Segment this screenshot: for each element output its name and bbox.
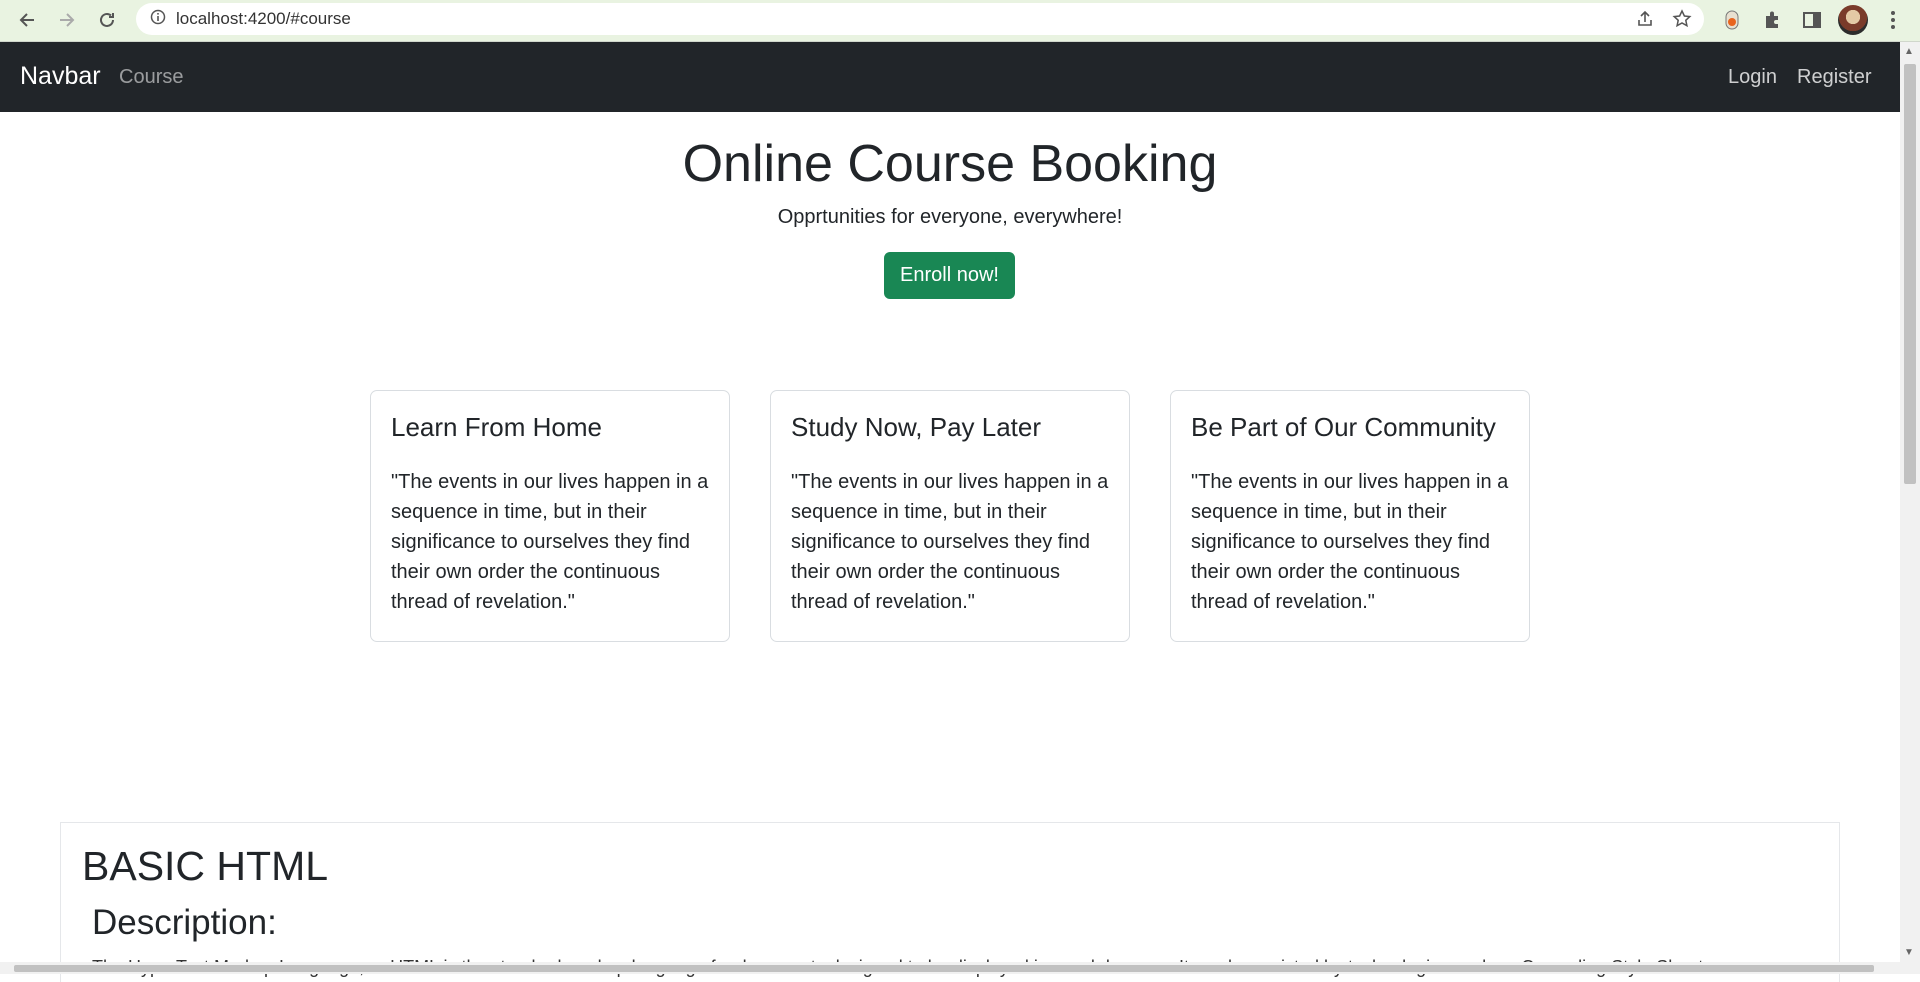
nav-link-course[interactable]: Course xyxy=(119,66,183,89)
puzzle-icon[interactable] xyxy=(1757,5,1787,35)
feature-card: Be Part of Our Community "The events in … xyxy=(1170,390,1530,642)
profile-avatar[interactable] xyxy=(1838,5,1868,35)
horizontal-scrollbar[interactable] xyxy=(0,962,1900,974)
url-text: localhost:4200/#course xyxy=(176,9,351,28)
browser-toolbar: localhost:4200/#course xyxy=(0,0,1920,42)
nav-link-register[interactable]: Register xyxy=(1797,66,1871,89)
vertical-scrollbar-thumb[interactable] xyxy=(1904,64,1916,484)
page-title: Online Course Booking xyxy=(682,135,1218,193)
card-title: Learn From Home xyxy=(391,412,602,442)
site-navbar: Navbar Course Login Register xyxy=(0,42,1900,112)
card-text: "The events in our lives happen in a seq… xyxy=(391,470,709,613)
enroll-now-button[interactable]: Enroll now! xyxy=(884,252,1015,299)
vertical-scrollbar[interactable]: ▲ ▼ xyxy=(1900,42,1920,974)
site-info-icon[interactable] xyxy=(150,9,166,30)
card-text: "The events in our lives happen in a seq… xyxy=(791,470,1109,613)
nav-link-login[interactable]: Login xyxy=(1728,66,1777,89)
scroll-down-arrow-icon[interactable]: ▼ xyxy=(1904,947,1914,958)
feature-card: Study Now, Pay Later "The events in our … xyxy=(770,390,1130,642)
course-description-heading: Description: xyxy=(92,903,277,942)
horizontal-scrollbar-thumb[interactable] xyxy=(14,965,1874,972)
back-arrow-icon[interactable] xyxy=(12,5,42,35)
extension-icon[interactable] xyxy=(1717,5,1747,35)
navbar-brand[interactable]: Navbar xyxy=(20,62,101,91)
reload-icon[interactable] xyxy=(92,5,122,35)
course-title: BASIC HTML xyxy=(82,843,329,889)
address-bar[interactable]: localhost:4200/#course xyxy=(136,3,1704,35)
side-panel-icon[interactable] xyxy=(1797,5,1827,35)
course-panel: BASIC HTML Description: The HyperText Ma… xyxy=(60,822,1840,982)
forward-arrow-icon[interactable] xyxy=(52,5,82,35)
scroll-up-arrow-icon[interactable]: ▲ xyxy=(1904,46,1914,57)
page-subtitle: Opprtunities for everyone, everywhere! xyxy=(777,206,1123,228)
card-title: Be Part of Our Community xyxy=(1191,412,1496,442)
menu-dots-icon[interactable] xyxy=(1878,5,1908,35)
share-icon[interactable] xyxy=(1636,10,1654,33)
card-text: "The events in our lives happen in a seq… xyxy=(1191,470,1509,613)
bookmark-star-icon[interactable] xyxy=(1672,9,1692,34)
card-title: Study Now, Pay Later xyxy=(791,412,1042,442)
feature-card: Learn From Home "The events in our lives… xyxy=(370,390,730,642)
